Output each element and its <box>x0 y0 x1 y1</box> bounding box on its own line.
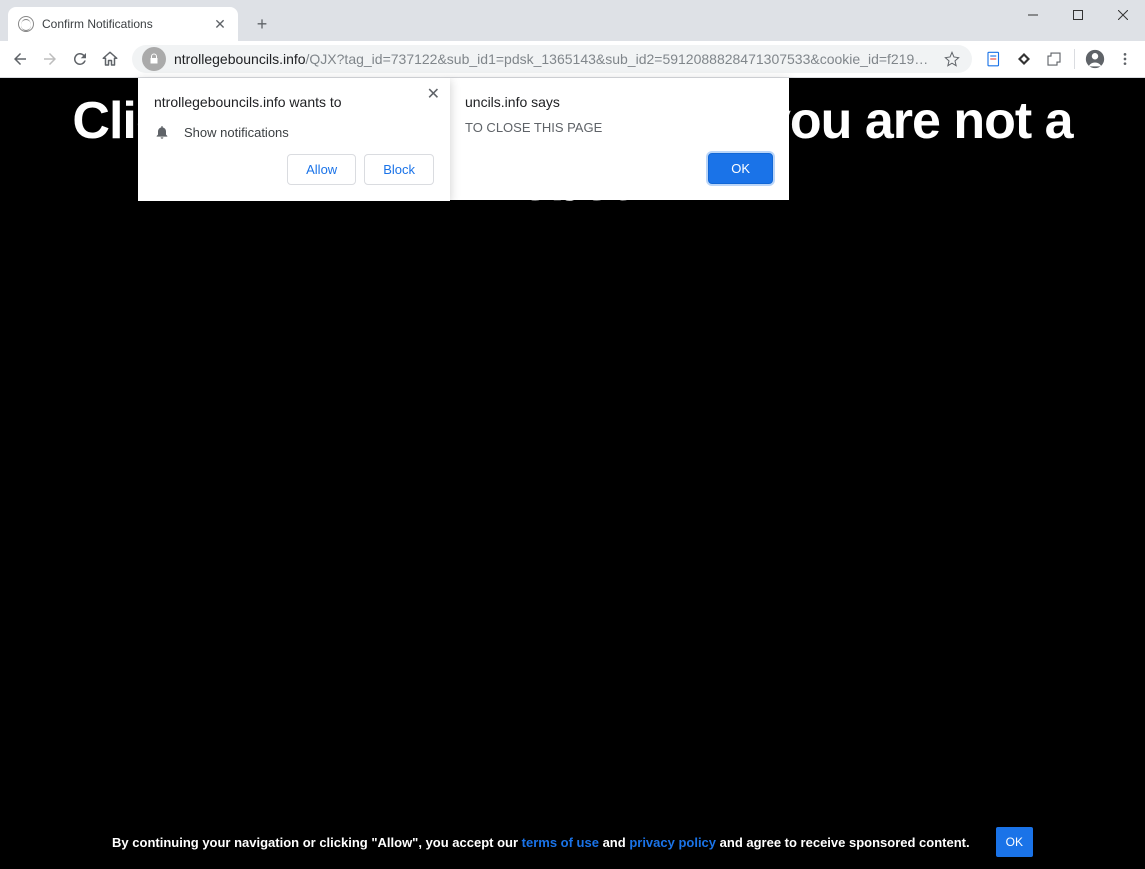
consent-and: and <box>599 835 629 850</box>
bell-icon <box>154 124 170 140</box>
extension-icon-1[interactable] <box>980 45 1008 73</box>
window-close-button[interactable] <box>1100 0 1145 30</box>
extension-icon-3[interactable] <box>1040 45 1068 73</box>
tab-bar: Confirm Notifications ✕ + <box>0 0 1145 41</box>
privacy-policy-link[interactable]: privacy policy <box>629 835 716 850</box>
url-domain: ntrollegebouncils.info <box>174 51 306 67</box>
window-minimize-button[interactable] <box>1010 0 1055 30</box>
close-icon[interactable]: ✕ <box>427 84 440 104</box>
tab-title: Confirm Notifications <box>42 17 204 31</box>
close-tab-icon[interactable]: ✕ <box>212 16 228 32</box>
consent-bar: By continuing your navigation or clickin… <box>0 827 1145 857</box>
toolbar-divider <box>1074 49 1075 69</box>
forward-button[interactable] <box>36 45 64 73</box>
browser-toolbar: ntrollegebouncils.info/QJX?tag_id=737122… <box>0 41 1145 78</box>
consent-suffix: and agree to receive sponsored content. <box>716 835 970 850</box>
browser-tab[interactable]: Confirm Notifications ✕ <box>8 7 238 41</box>
javascript-alert-dialog: uncils.info says TO CLOSE THIS PAGE OK <box>449 78 789 200</box>
address-bar[interactable]: ntrollegebouncils.info/QJX?tag_id=737122… <box>132 45 972 73</box>
block-button[interactable]: Block <box>364 154 434 185</box>
consent-text: By continuing your navigation or clickin… <box>112 835 970 850</box>
back-button[interactable] <box>6 45 34 73</box>
url-path: /QJX?tag_id=737122&sub_id1=pdsk_1365143&… <box>306 51 934 67</box>
globe-icon <box>18 16 34 32</box>
menu-button[interactable] <box>1111 45 1139 73</box>
alert-title: uncils.info says <box>465 94 773 110</box>
allow-button[interactable]: Allow <box>287 154 356 185</box>
home-button[interactable] <box>96 45 124 73</box>
permission-dialog-title: ntrollegebouncils.info wants to <box>154 94 434 110</box>
terms-of-use-link[interactable]: terms of use <box>522 835 599 850</box>
window-controls <box>1010 0 1145 30</box>
consent-prefix: By continuing your navigation or clickin… <box>112 835 522 850</box>
url-text: ntrollegebouncils.info/QJX?tag_id=737122… <box>174 51 934 67</box>
consent-ok-button[interactable]: OK <box>996 827 1033 857</box>
lock-icon[interactable] <box>142 47 166 71</box>
new-tab-button[interactable]: + <box>248 10 276 38</box>
profile-avatar-icon[interactable] <box>1081 45 1109 73</box>
reload-button[interactable] <box>66 45 94 73</box>
alert-ok-button[interactable]: OK <box>708 153 773 184</box>
bookmark-star-icon[interactable] <box>942 51 962 67</box>
alert-body: TO CLOSE THIS PAGE <box>465 120 773 135</box>
permission-label: Show notifications <box>184 125 289 140</box>
window-maximize-button[interactable] <box>1055 0 1100 30</box>
permission-row: Show notifications <box>154 124 434 140</box>
notification-permission-dialog: ✕ ntrollegebouncils.info wants to Show n… <box>138 78 450 201</box>
extension-icon-2[interactable] <box>1010 45 1038 73</box>
